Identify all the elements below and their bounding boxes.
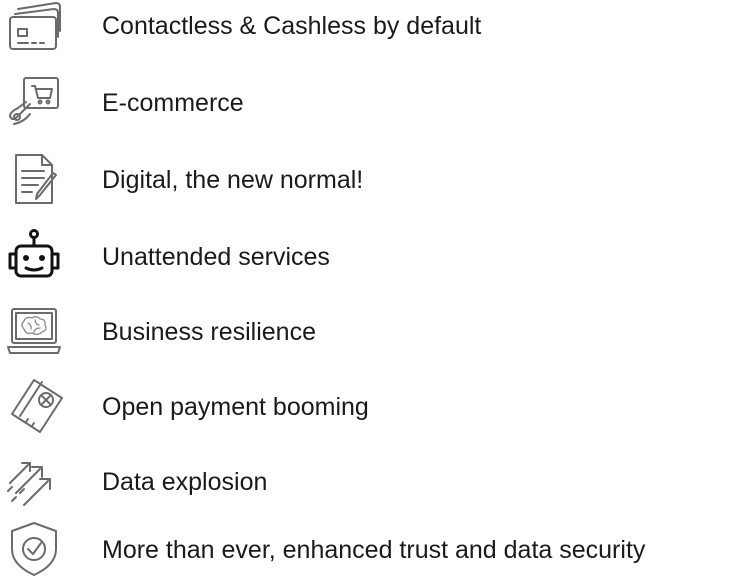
shield-check-icon bbox=[4, 521, 64, 577]
card-icon bbox=[4, 0, 64, 53]
list-item: More than ever, enhanced trust and data … bbox=[0, 517, 742, 583]
payment-ticket-icon bbox=[4, 378, 64, 434]
laptop-brain-icon bbox=[4, 303, 64, 359]
item-label: Unattended services bbox=[102, 243, 330, 271]
list-item: Unattended services bbox=[0, 224, 742, 290]
item-label: Contactless & Cashless by default bbox=[102, 12, 482, 40]
list-item: Open payment booming bbox=[0, 374, 742, 440]
list-item: Data explosion bbox=[0, 449, 742, 515]
item-label: Business resilience bbox=[102, 318, 316, 346]
item-label: More than ever, enhanced trust and data … bbox=[102, 536, 646, 564]
item-label: Digital, the new normal! bbox=[102, 166, 364, 194]
list-item: Digital, the new normal! bbox=[0, 147, 742, 213]
list-item: Contactless & Cashless by default bbox=[0, 0, 742, 59]
item-label: Open payment booming bbox=[102, 393, 369, 421]
item-label: E-commerce bbox=[102, 89, 244, 117]
robot-icon bbox=[4, 228, 64, 284]
item-label: Data explosion bbox=[102, 468, 268, 496]
list-item: E-commerce bbox=[0, 70, 742, 136]
list-item: Business resilience bbox=[0, 299, 742, 365]
arrows-growth-icon bbox=[4, 453, 64, 509]
document-pen-icon bbox=[4, 151, 64, 207]
ecommerce-cart-icon bbox=[4, 74, 64, 130]
